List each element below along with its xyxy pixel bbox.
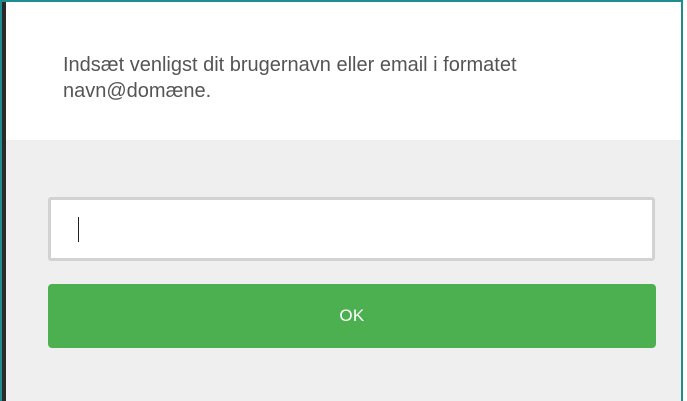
text-caret bbox=[78, 217, 79, 242]
username-input[interactable] bbox=[51, 200, 652, 258]
dialog-body: OK bbox=[2, 140, 681, 401]
ok-button[interactable]: OK bbox=[48, 284, 656, 348]
username-field-container bbox=[48, 197, 655, 261]
dialog-header: Indsæt venligst dit brugernavn eller ema… bbox=[2, 2, 681, 140]
login-dialog: Indsæt venligst dit brugernavn eller ema… bbox=[0, 0, 683, 401]
username-prompt: Indsæt venligst dit brugernavn eller ema… bbox=[63, 54, 517, 102]
